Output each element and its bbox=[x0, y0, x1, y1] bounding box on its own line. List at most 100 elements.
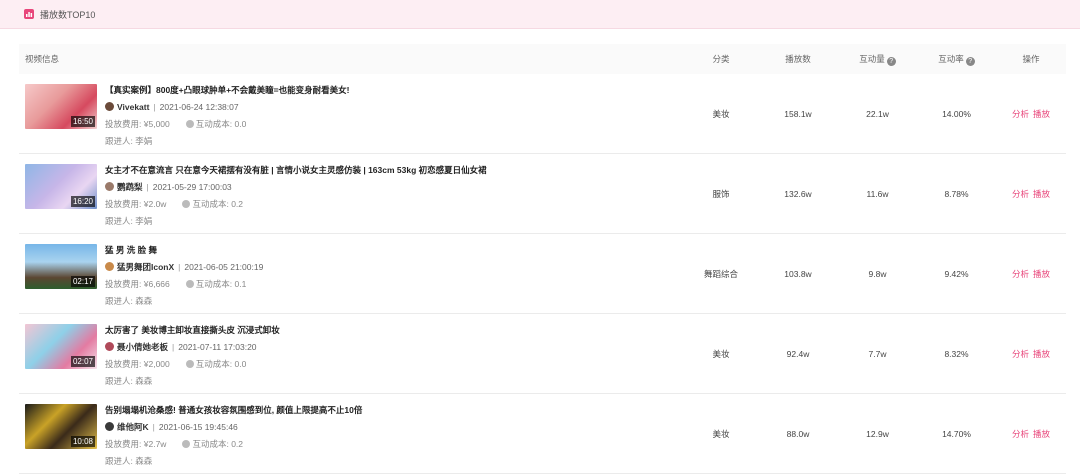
cost-line: 投放费用: ¥6,666 互动成本: 0.1 bbox=[105, 276, 263, 293]
video-title[interactable]: 太厉害了 美妆博主卸妆直接撕头皮 沉浸式卸妆 bbox=[105, 322, 280, 339]
separator: | bbox=[152, 421, 155, 432]
category-cell: 舞蹈综合 bbox=[703, 268, 738, 279]
cost-label: 投放费用: bbox=[105, 118, 142, 129]
help-icon[interactable]: ? bbox=[886, 56, 896, 66]
rate-cell: 8.78% bbox=[944, 188, 969, 199]
author-name[interactable]: Vivekatt bbox=[117, 102, 149, 112]
inter-cost-value: 0.2 bbox=[231, 438, 244, 449]
follower-line: 跟进人: 森森 bbox=[105, 293, 263, 310]
author-line: 鹦鹉梨 | 2021-05-29 17:00:03 bbox=[105, 179, 487, 196]
separator: | bbox=[146, 181, 149, 192]
analyze-link[interactable]: 分析 bbox=[1012, 189, 1029, 199]
author-name[interactable]: 猛男舞团IconX bbox=[117, 262, 174, 272]
info-dot-icon bbox=[185, 359, 194, 368]
video-meta: 告别塌塌机沧桑感! 普通女孩妆容氛围感到位, 颜值上限提高不止10倍 维他阿K | 2… bbox=[105, 402, 362, 470]
header-interactions: 互动量? bbox=[838, 53, 917, 66]
rate-cell: 9.42% bbox=[944, 268, 969, 279]
inter-cost-label: 互动成本: bbox=[195, 278, 233, 289]
video-title[interactable]: 告别塌塌机沧桑感! 普通女孩妆容氛围感到位, 颜值上限提高不止10倍 bbox=[105, 402, 362, 419]
follower-value: 森森 bbox=[135, 295, 153, 306]
interactions-cell: 9.8w bbox=[868, 268, 887, 279]
cost-value: ¥6,666 bbox=[143, 278, 170, 289]
category-cell: 美妆 bbox=[712, 428, 730, 439]
cost-value: ¥2.7w bbox=[143, 438, 167, 449]
video-duration: 02:17 bbox=[70, 275, 95, 287]
cost-line: 投放费用: ¥2.0w 互动成本: 0.2 bbox=[105, 196, 487, 213]
video-meta: 女主才不在意流言 只在意今天裙摆有没有脏 | 言情小说女主灵感仿装 | 163c… bbox=[105, 162, 487, 230]
inter-cost-label: 互动成本: bbox=[192, 198, 229, 209]
author-name[interactable]: 聂小倩她老板 bbox=[117, 342, 168, 352]
play-link[interactable]: 播放 bbox=[1033, 269, 1050, 279]
video-meta: 【真实案例】800度+凸眼球肿单+不会戴美瞳=也能变身耐看美女! Vivekatt… bbox=[105, 82, 349, 150]
help-icon[interactable]: ? bbox=[965, 56, 975, 66]
category-cell: 美妆 bbox=[712, 108, 730, 119]
video-title[interactable]: 猛 男 洗 脸 舞 bbox=[105, 242, 263, 259]
video-thumbnail[interactable]: 16:20 bbox=[25, 163, 97, 209]
analyze-link[interactable]: 分析 bbox=[1012, 429, 1029, 439]
cost-value: ¥5,000 bbox=[143, 118, 170, 129]
inter-cost-label: 互动成本: bbox=[195, 118, 233, 129]
analyze-link[interactable]: 分析 bbox=[1012, 269, 1029, 279]
plays-cell: 92.4w bbox=[786, 348, 810, 359]
cost-label: 投放费用: bbox=[105, 198, 142, 209]
plays-cell: 103.8w bbox=[784, 268, 812, 279]
interactions-cell: 7.7w bbox=[868, 348, 887, 359]
cost-label: 投放费用: bbox=[105, 278, 142, 289]
analyze-link[interactable]: 分析 bbox=[1012, 109, 1029, 119]
cost-line: 投放费用: ¥5,000 互动成本: 0.0 bbox=[105, 116, 349, 133]
play-link[interactable]: 播放 bbox=[1033, 349, 1050, 359]
video-info: 10:08 告别塌塌机沧桑感! 普通女孩妆容氛围感到位, 颜值上限提高不止10倍维… bbox=[19, 394, 684, 474]
video-title[interactable]: 女主才不在意流言 只在意今天裙摆有没有脏 | 言情小说女主灵感仿装 | 163c… bbox=[105, 162, 487, 179]
follower-line: 跟进人: 森森 bbox=[105, 453, 362, 470]
info-dot-icon bbox=[185, 119, 194, 128]
plays-cell: 88.0w bbox=[786, 428, 810, 439]
follower-value: 森森 bbox=[135, 375, 153, 386]
separator: | bbox=[178, 261, 181, 272]
follower-label: 跟进人: bbox=[105, 295, 133, 306]
table-row: 02:07 太厉害了 美妆博主卸妆直接撕头皮 沉浸式卸妆 聂小倩她老板 | 2021-0… bbox=[19, 314, 1066, 394]
author-name[interactable]: 鹦鹉梨 bbox=[117, 182, 143, 192]
author-name[interactable]: 维他阿K bbox=[117, 422, 149, 432]
follower-value: 李娟 bbox=[135, 215, 153, 226]
video-thumbnail[interactable]: 10:08 bbox=[25, 403, 97, 449]
video-title[interactable]: 【真实案例】800度+凸眼球肿单+不会戴美瞳=也能变身耐看美女! bbox=[105, 82, 349, 99]
inter-cost-value: 0.1 bbox=[234, 278, 247, 289]
table-row: 16:20 女主才不在意流言 只在意今天裙摆有没有脏 | 言情小说女主灵感仿装 |… bbox=[19, 154, 1066, 234]
video-thumbnail[interactable]: 02:17 bbox=[25, 243, 97, 289]
header-info: 视频信息 bbox=[25, 54, 60, 64]
author-line: 维他阿K | 2021-06-15 19:45:46 bbox=[105, 419, 362, 436]
ops-cell: 分析 播放 bbox=[996, 348, 1066, 360]
analyze-link[interactable]: 分析 bbox=[1012, 349, 1029, 359]
avatar bbox=[105, 261, 114, 271]
info-dot-icon bbox=[185, 279, 194, 288]
publish-time: 2021-07-11 17:03:20 bbox=[178, 341, 257, 352]
cost-line: 投放费用: ¥2,000 互动成本: 0.0 bbox=[105, 356, 280, 373]
category-cell: 服饰 bbox=[712, 188, 730, 199]
video-meta: 猛 男 洗 脸 舞猛男舞团IconX | 2021-06-05 21:00:19 投放… bbox=[105, 242, 263, 310]
play-link[interactable]: 播放 bbox=[1033, 429, 1050, 439]
plays-cell: 158.1w bbox=[784, 108, 812, 119]
video-thumbnail[interactable]: 02:07 bbox=[25, 323, 97, 369]
panel-header: 播放数TOP10 bbox=[0, 0, 1080, 29]
play-link[interactable]: 播放 bbox=[1033, 189, 1050, 199]
cost-label: 投放费用: bbox=[105, 438, 142, 449]
interactions-cell: 22.1w bbox=[866, 108, 889, 119]
cost-line: 投放费用: ¥2.7w 互动成本: 0.2 bbox=[105, 436, 362, 453]
interactions-cell: 12.9w bbox=[866, 428, 889, 439]
play-link[interactable]: 播放 bbox=[1033, 109, 1050, 119]
header-category: 分类 bbox=[712, 54, 730, 64]
top10-table: 视频信息 分类 播放数 互动量? 互动率? 操作 16:50 【真实案例】800度… bbox=[19, 44, 1066, 474]
avatar bbox=[105, 341, 114, 351]
ops-cell: 分析 播放 bbox=[996, 428, 1066, 440]
rate-cell: 14.70% bbox=[942, 428, 971, 439]
publish-time: 2021-06-15 19:45:46 bbox=[158, 421, 238, 432]
follower-label: 跟进人: bbox=[105, 215, 133, 226]
table-header: 视频信息 分类 播放数 互动量? 互动率? 操作 bbox=[19, 44, 1066, 74]
panel-title: 播放数TOP10 bbox=[40, 9, 96, 20]
video-thumbnail[interactable]: 16:50 bbox=[25, 83, 97, 129]
author-line: Vivekatt | 2021-06-24 12:38:07 bbox=[105, 99, 349, 116]
video-meta: 太厉害了 美妆博主卸妆直接撕头皮 沉浸式卸妆 聂小倩她老板 | 2021-07-11 … bbox=[105, 322, 280, 390]
inter-cost-label: 互动成本: bbox=[195, 358, 233, 369]
separator: | bbox=[153, 101, 156, 112]
rate-cell: 8.32% bbox=[944, 348, 969, 359]
